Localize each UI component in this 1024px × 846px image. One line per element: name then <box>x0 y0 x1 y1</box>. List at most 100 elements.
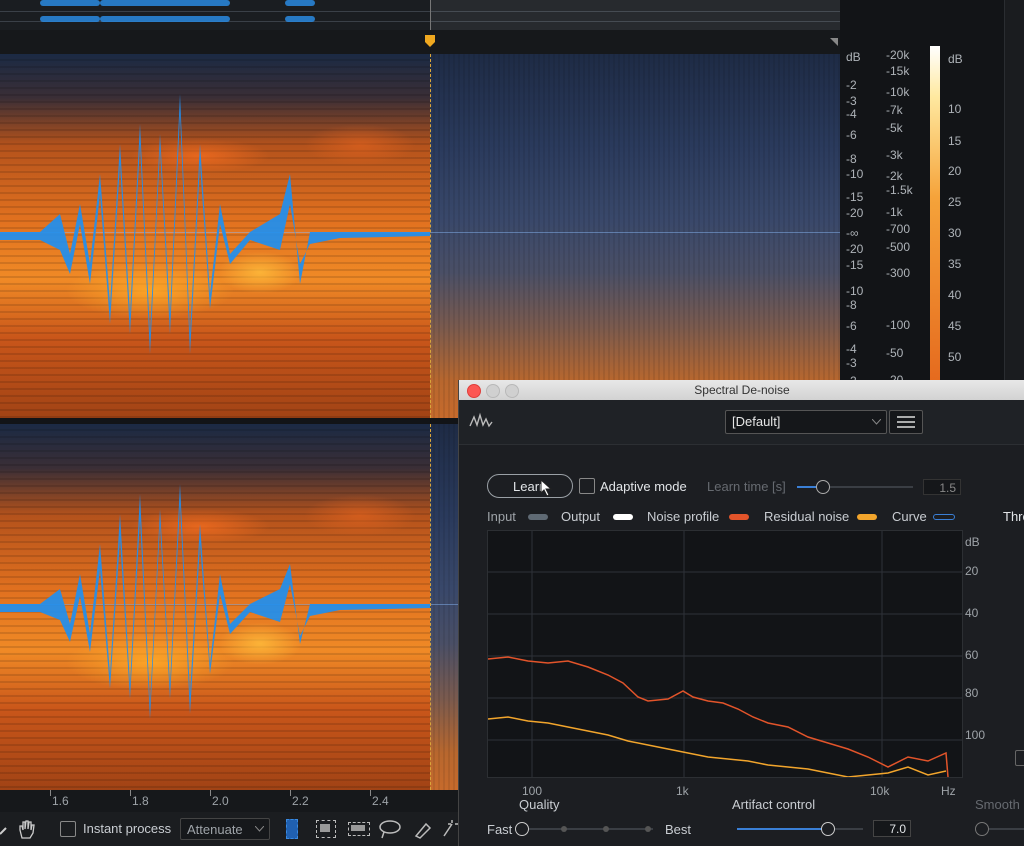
freq-label: -700 <box>886 222 911 236</box>
preset-menu-button[interactable] <box>889 410 923 434</box>
meter-label: 35 <box>948 257 962 271</box>
time-label: 2.4 <box>372 794 389 808</box>
artifact-control-value[interactable]: 7.0 <box>873 820 911 837</box>
learn-time-slider-knob[interactable] <box>816 480 830 494</box>
learn-time-label: Learn time [s] <box>707 479 786 494</box>
bottom-toolbar: Instant process Attenuate <box>0 812 458 846</box>
magic-wand-icon[interactable] <box>442 818 458 840</box>
db-label: -3 <box>846 356 857 370</box>
time-tick <box>370 790 371 796</box>
waveform-overview[interactable] <box>0 0 840 30</box>
instant-process-checkbox[interactable] <box>60 821 76 837</box>
legend-residual-noise-label: Residual noise <box>764 509 850 524</box>
freq-label: -2k <box>886 169 903 183</box>
legend-output-swatch[interactable] <box>613 514 633 520</box>
db-label: -20 <box>846 206 864 220</box>
db-label: -10 <box>846 167 864 181</box>
hamburger-icon <box>897 416 915 428</box>
db-label: -2 <box>846 78 857 92</box>
legend-input-swatch[interactable] <box>528 514 548 520</box>
time-tick <box>50 790 51 796</box>
playhead-icon[interactable] <box>424 34 436 48</box>
meter-label: 10 <box>948 102 962 116</box>
legend-curve-label: Curve <box>892 509 927 524</box>
meter-label: 50 <box>948 350 962 364</box>
legend-input-label: Input <box>487 509 516 524</box>
side-checkbox[interactable] <box>1015 750 1024 766</box>
brush-tool-icon[interactable] <box>412 818 434 840</box>
selection-edge <box>430 54 431 418</box>
mode-dropdown[interactable]: Attenuate <box>180 818 270 840</box>
overview-wave <box>285 16 315 22</box>
time-label: 2.0 <box>212 794 229 808</box>
smoothing-slider[interactable] <box>975 822 1024 836</box>
module-logo-icon <box>469 412 493 428</box>
smoothing-slider-knob[interactable] <box>975 822 989 836</box>
db-label: -8 <box>846 298 857 312</box>
time-label: 1.8 <box>132 794 149 808</box>
mode-value: Attenuate <box>187 822 243 837</box>
window-title: Spectral De-noise <box>694 383 790 397</box>
meter-ruler: dB 10 15 20 25 30 35 40 45 50 <box>942 30 1002 390</box>
freq-label: -7k <box>886 103 903 117</box>
chevron-down-icon <box>872 419 881 425</box>
noise-spectrum-graph[interactable] <box>487 530 963 778</box>
freq-label: -1k <box>886 205 903 219</box>
quality-slider[interactable] <box>515 822 653 836</box>
time-tick <box>130 790 131 796</box>
lasso-tool-icon[interactable] <box>378 818 404 840</box>
legend-noise-profile-label: Noise profile <box>647 509 720 524</box>
overview-selection[interactable] <box>430 0 840 30</box>
db-label: -8 <box>846 152 857 166</box>
artifact-control-slider[interactable] <box>737 822 863 836</box>
freq-label: -3k <box>886 148 903 162</box>
box-selection-tool-icon[interactable] <box>316 820 336 838</box>
zoom-icon[interactable] <box>0 820 8 838</box>
spectrum-plot <box>488 531 962 777</box>
graph-db-label: 40 <box>965 606 979 620</box>
meter-label: 45 <box>948 319 962 333</box>
hand-icon[interactable] <box>16 818 38 840</box>
learn-time-value[interactable]: 1.5 <box>923 479 961 495</box>
time-selection-tool-icon[interactable] <box>286 819 298 839</box>
time-label: 2.2 <box>292 794 309 808</box>
mouse-cursor-icon <box>540 479 553 497</box>
artifact-control-slider-knob[interactable] <box>821 822 835 836</box>
waveform-left <box>0 94 430 354</box>
quality-slider-knob[interactable] <box>515 822 529 836</box>
db-label: -6 <box>846 319 857 333</box>
time-tick <box>290 790 291 796</box>
freq-label: -15k <box>886 64 910 78</box>
waveform-right <box>0 484 430 719</box>
freq-label: -10k <box>886 85 910 99</box>
overview-wave <box>40 16 100 22</box>
adaptive-mode-label: Adaptive mode <box>600 479 687 494</box>
legend-noise-profile-swatch[interactable] <box>729 514 749 520</box>
meter-label: 15 <box>948 134 962 148</box>
graph-db-label: 60 <box>965 648 979 662</box>
graph-db-label: 20 <box>965 564 979 578</box>
legend-curve-swatch[interactable] <box>933 514 955 520</box>
overview-wave <box>40 0 100 6</box>
legend-residual-noise-swatch[interactable] <box>857 514 877 520</box>
adaptive-mode-checkbox[interactable] <box>579 478 595 494</box>
learn-button[interactable]: Learn <box>487 474 573 498</box>
time-tick <box>210 790 211 796</box>
learn-time-slider[interactable] <box>797 480 913 494</box>
spectrogram-residual-left <box>430 54 840 418</box>
side-panel-edge[interactable] <box>1004 0 1024 380</box>
chevron-down-icon <box>255 826 264 832</box>
db-label: -15 <box>846 258 864 272</box>
graph-freq-label: Hz <box>941 784 956 798</box>
graph-freq-label: 10k <box>870 784 890 798</box>
spectral-denoise-window: Spectral De-noise [Default] Learn Adapti… <box>458 380 1024 846</box>
overview-wave <box>100 16 230 22</box>
playback-bar[interactable] <box>0 30 840 54</box>
overview-wave <box>100 0 230 6</box>
freq-label: -1.5k <box>886 183 913 197</box>
frequency-selection-tool-icon[interactable] <box>348 822 370 836</box>
preset-dropdown[interactable]: [Default] <box>725 410 887 434</box>
window-titlebar[interactable]: Spectral De-noise <box>459 380 1024 400</box>
db-label: -4 <box>846 342 857 356</box>
spectrogram-channel-left[interactable] <box>0 54 840 418</box>
